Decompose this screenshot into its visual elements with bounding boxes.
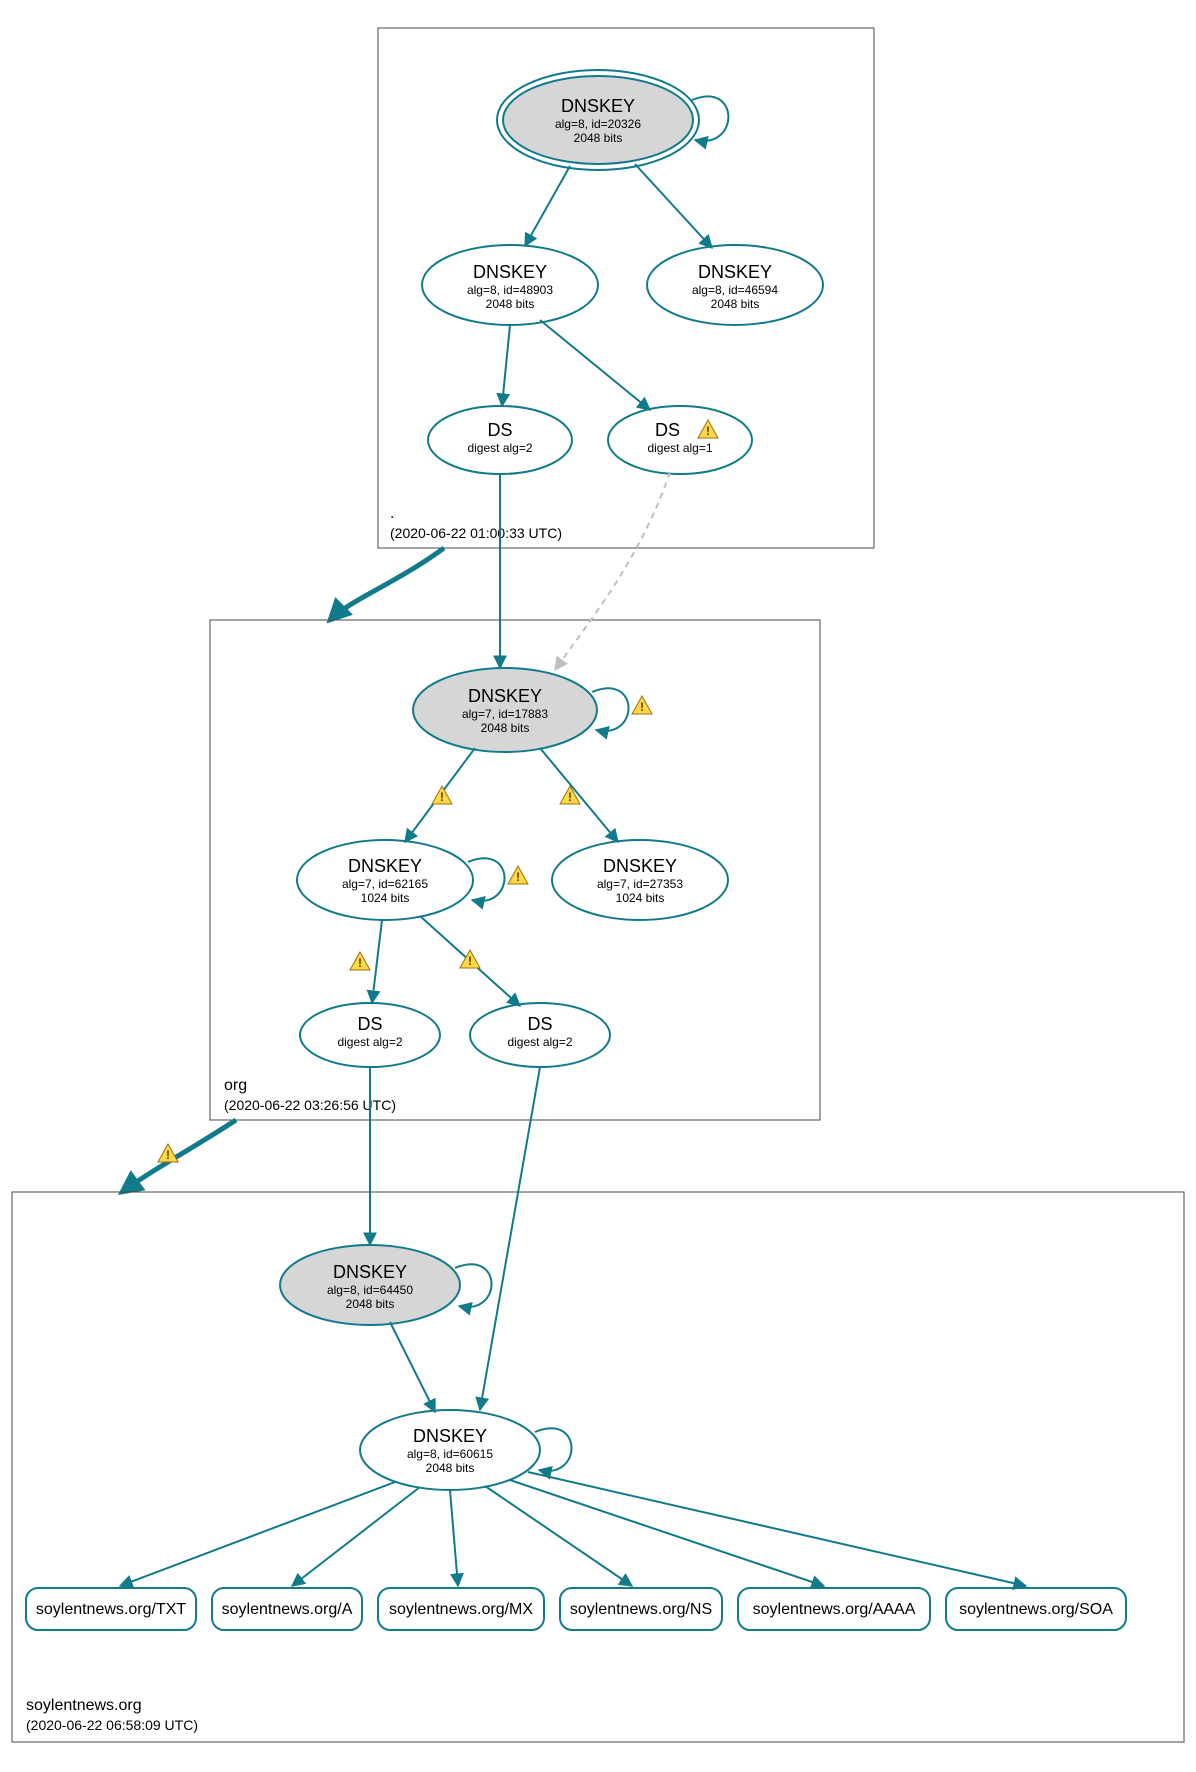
edge xyxy=(555,472,670,670)
node-label: DNSKEY xyxy=(333,1262,407,1282)
node-org-ds1: DS digest alg=2 xyxy=(300,1003,440,1067)
warning-icon: ! xyxy=(632,696,652,714)
node-sub: 1024 bits xyxy=(361,891,410,905)
node-sub: alg=8, id=60615 xyxy=(407,1447,493,1461)
edge xyxy=(372,920,382,1003)
node-root-ds1: DS digest alg=2 xyxy=(428,406,572,474)
node-label: DS xyxy=(527,1014,552,1034)
zone-label-root: . xyxy=(390,505,394,522)
node-sub: 2048 bits xyxy=(711,297,760,311)
warning-icon: ! xyxy=(432,786,452,804)
node-domain-zsk: DNSKEY alg=8, id=60615 2048 bits xyxy=(360,1410,540,1490)
node-org-zsk2: DNSKEY alg=7, id=27353 1024 bits xyxy=(552,840,728,920)
node-sub: digest alg=2 xyxy=(467,441,532,455)
edge xyxy=(635,164,712,248)
edge xyxy=(540,320,650,410)
svg-text:!: ! xyxy=(166,1148,170,1162)
node-label: DNSKEY xyxy=(603,856,677,876)
edge xyxy=(528,1472,1026,1586)
node-label: DS xyxy=(655,420,680,440)
node-root-ds2: DS digest alg=1 xyxy=(608,406,752,474)
node-sub: 2048 bits xyxy=(426,1461,475,1475)
node-root-zsk2: DNSKEY alg=8, id=46594 2048 bits xyxy=(647,245,823,325)
node-sub: alg=8, id=64450 xyxy=(327,1283,413,1297)
node-root-zsk1: DNSKEY alg=8, id=48903 2048 bits xyxy=(422,245,598,325)
rrset-label: soylentnews.org/AAAA xyxy=(753,1601,916,1618)
node-label: DNSKEY xyxy=(698,262,772,282)
svg-text:!: ! xyxy=(568,790,572,804)
rrset-ns: soylentnews.org/NS xyxy=(560,1588,722,1630)
node-root-ksk: DNSKEY alg=8, id=20326 2048 bits xyxy=(497,70,699,170)
node-sub: 2048 bits xyxy=(486,297,535,311)
zone-timestamp-domain: (2020-06-22 06:58:09 UTC) xyxy=(26,1717,198,1733)
node-org-zsk1: DNSKEY alg=7, id=62165 1024 bits xyxy=(297,840,473,920)
svg-text:!: ! xyxy=(358,956,362,970)
rrset-label: soylentnews.org/TXT xyxy=(36,1601,187,1618)
zone-timestamp-root: (2020-06-22 01:00:33 UTC) xyxy=(390,525,562,541)
node-sub: digest alg=2 xyxy=(337,1035,402,1049)
node-sub: 2048 bits xyxy=(574,131,623,145)
svg-text:!: ! xyxy=(440,790,444,804)
node-sub: 2048 bits xyxy=(481,721,530,735)
node-domain-ksk: DNSKEY alg=8, id=64450 2048 bits xyxy=(280,1245,460,1325)
rrset-label: soylentnews.org/SOA xyxy=(959,1601,1113,1618)
warning-icon: ! xyxy=(158,1144,178,1162)
edge xyxy=(510,1480,824,1586)
node-sub: 1024 bits xyxy=(616,891,665,905)
node-sub: alg=7, id=17883 xyxy=(462,707,548,721)
rrset-label: soylentnews.org/MX xyxy=(389,1601,533,1618)
zone-label-org: org xyxy=(224,1077,247,1094)
edge xyxy=(502,325,510,406)
rrset-soa: soylentnews.org/SOA xyxy=(946,1588,1126,1630)
rrset-mx: soylentnews.org/MX xyxy=(378,1588,544,1630)
warning-icon: ! xyxy=(350,952,370,970)
node-label: DNSKEY xyxy=(468,686,542,706)
rrset-label: soylentnews.org/NS xyxy=(570,1601,712,1618)
edge xyxy=(120,1482,395,1586)
edge xyxy=(485,1486,632,1586)
edge xyxy=(525,166,570,246)
edge xyxy=(480,1067,540,1410)
node-label: DS xyxy=(487,420,512,440)
rrset-txt: soylentnews.org/TXT xyxy=(26,1588,196,1630)
node-sub: alg=7, id=27353 xyxy=(597,877,683,891)
node-label: DNSKEY xyxy=(348,856,422,876)
edge-delegation xyxy=(122,1120,236,1192)
edge-delegation xyxy=(330,548,444,620)
zone-box-domain xyxy=(12,1192,1184,1742)
warning-icon: ! xyxy=(560,786,580,804)
svg-text:!: ! xyxy=(516,870,520,884)
node-sub: alg=7, id=62165 xyxy=(342,877,428,891)
node-label: DNSKEY xyxy=(413,1426,487,1446)
warning-icon: ! xyxy=(460,950,480,968)
node-org-ksk: DNSKEY alg=7, id=17883 2048 bits xyxy=(413,668,597,752)
node-sub: alg=8, id=48903 xyxy=(467,283,553,297)
dnssec-diagram: DNSKEY alg=8, id=20326 2048 bits DNSKEY … xyxy=(0,0,1196,1772)
edge xyxy=(390,1322,435,1412)
svg-text:!: ! xyxy=(640,700,644,714)
node-sub: digest alg=2 xyxy=(507,1035,572,1049)
node-label: DS xyxy=(357,1014,382,1034)
edge-selfloop xyxy=(692,96,728,141)
svg-text:!: ! xyxy=(468,954,472,968)
node-org-ds2: DS digest alg=2 xyxy=(470,1003,610,1067)
rrset-aaaa: soylentnews.org/AAAA xyxy=(738,1588,930,1630)
edge xyxy=(540,748,618,842)
node-label: DNSKEY xyxy=(561,96,635,116)
node-sub: 2048 bits xyxy=(346,1297,395,1311)
edge xyxy=(450,1490,458,1586)
edge xyxy=(292,1487,420,1586)
zone-label-domain: soylentnews.org xyxy=(26,1697,142,1714)
svg-text:!: ! xyxy=(706,424,710,438)
node-sub: digest alg=1 xyxy=(647,441,712,455)
node-sub: alg=8, id=46594 xyxy=(692,283,778,297)
node-label: DNSKEY xyxy=(473,262,547,282)
warning-icon: ! xyxy=(508,866,528,884)
rrset-label: soylentnews.org/A xyxy=(222,1601,353,1618)
node-sub: alg=8, id=20326 xyxy=(555,117,641,131)
rrset-a: soylentnews.org/A xyxy=(212,1588,362,1630)
